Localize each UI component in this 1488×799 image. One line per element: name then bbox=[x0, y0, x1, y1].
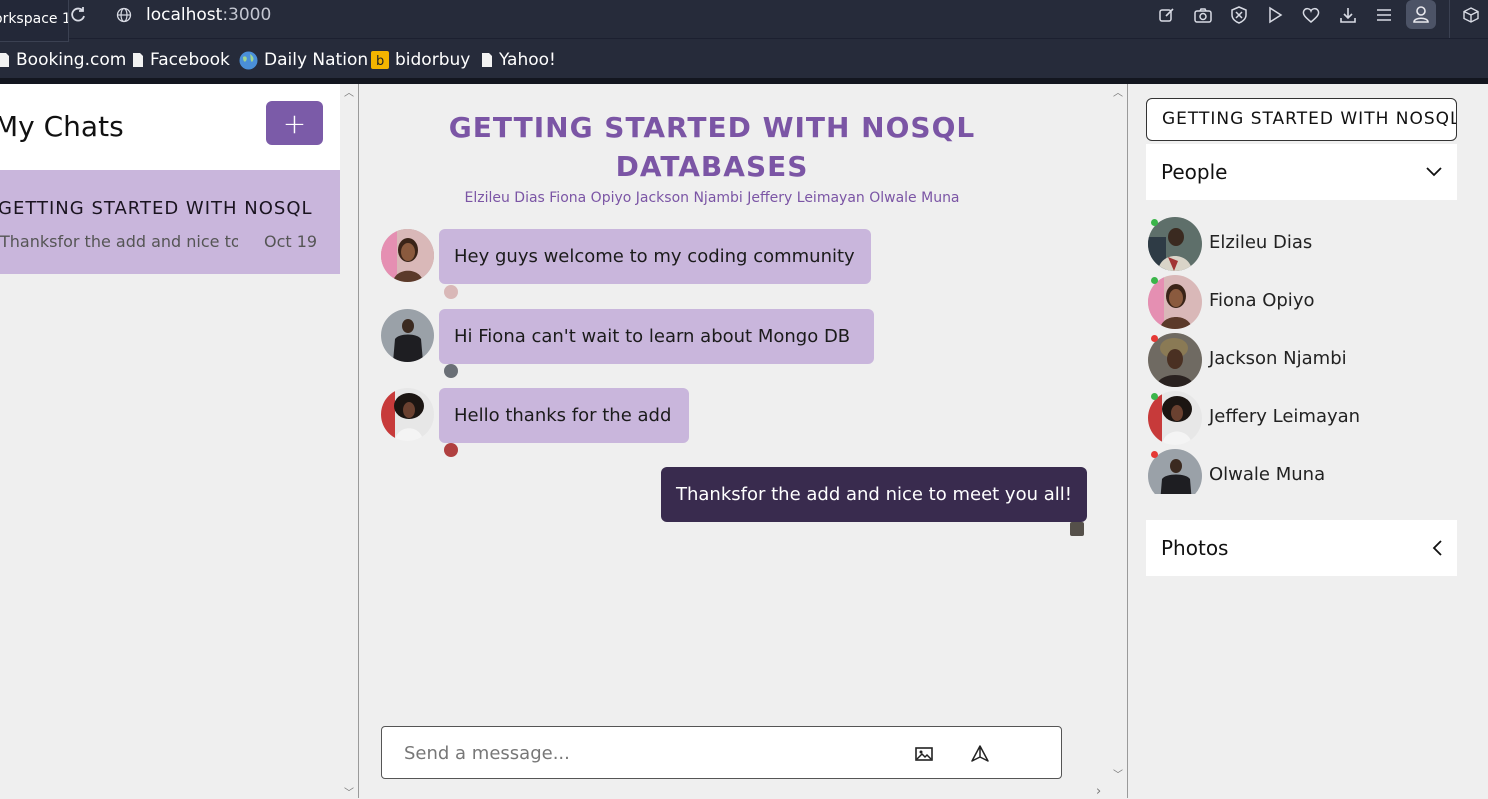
message-input[interactable] bbox=[404, 739, 864, 767]
photos-label: Photos bbox=[1161, 536, 1229, 560]
workspace-tab[interactable]: orkspace 1 bbox=[0, 0, 69, 42]
own-message-bubble: Thanksfor the add and nice to meet you a… bbox=[661, 467, 1087, 522]
chevron-left-icon bbox=[1431, 520, 1443, 576]
scroll-up-arrow[interactable]: ︿ bbox=[1113, 84, 1123, 99]
send-icon[interactable] bbox=[970, 744, 990, 764]
chat-details-panel: GETTING STARTED WITH NOSQL DATABASES Peo… bbox=[1128, 84, 1488, 798]
scroll-up-arrow[interactable]: ︿ bbox=[344, 84, 354, 99]
edit-icon[interactable] bbox=[1154, 2, 1180, 28]
bookmark-label: Booking.com bbox=[16, 50, 127, 70]
person-item[interactable]: Olwale Muna bbox=[1148, 449, 1448, 494]
user-icon bbox=[1413, 6, 1429, 23]
play-icon[interactable] bbox=[1262, 2, 1288, 28]
bookmark-label: Yahoo! bbox=[499, 50, 556, 70]
online-status-dot bbox=[1151, 219, 1158, 226]
person-item[interactable]: Jeffery Leimayan bbox=[1148, 391, 1448, 445]
svg-text:b: b bbox=[376, 54, 384, 69]
person-name: Jeffery Leimayan bbox=[1209, 406, 1361, 427]
camera-icon[interactable] bbox=[1190, 2, 1216, 28]
chat-title: GETTING STARTED WITH NOSQL DATABASES bbox=[448, 111, 976, 183]
message-bubble: Hello thanks for the add bbox=[439, 388, 689, 443]
chat-window: GETTING STARTED WITH NOSQL DATABASES Elz… bbox=[359, 84, 1127, 798]
chat-members: Elzileu Dias Fiona Opiyo Jackson Njambi … bbox=[464, 190, 960, 206]
scroll-down-arrow[interactable]: ﹀ bbox=[344, 784, 354, 799]
people-accordion[interactable]: People bbox=[1146, 144, 1457, 200]
reload-icon[interactable] bbox=[68, 4, 88, 26]
url-host: localhost bbox=[146, 5, 223, 25]
page-icon bbox=[0, 53, 9, 67]
read-receipt-avatar bbox=[444, 364, 458, 378]
chat-item-preview: Thanksfor the add and nice to meet you a… bbox=[0, 232, 238, 251]
offline-status-dot bbox=[1151, 451, 1158, 458]
bookmark-facebook[interactable]: Facebook bbox=[132, 50, 230, 70]
bookmark-booking[interactable]: Booking.com bbox=[0, 50, 126, 70]
online-status-dot bbox=[1151, 393, 1158, 400]
person-item[interactable]: Elzileu Dias bbox=[1148, 217, 1448, 271]
profile-button[interactable] bbox=[1406, 0, 1436, 29]
read-receipt-avatar bbox=[444, 443, 458, 457]
page-icon bbox=[482, 53, 492, 67]
avatar[interactable] bbox=[381, 309, 434, 362]
bookmark-daily-nation[interactable]: Daily Nation bbox=[239, 50, 368, 70]
chevron-down-icon bbox=[1425, 144, 1443, 200]
chat-name-field[interactable]: GETTING STARTED WITH NOSQL DATABASES bbox=[1146, 98, 1457, 141]
read-receipt-avatar bbox=[444, 285, 458, 299]
person-name: Jackson Njambi bbox=[1209, 348, 1347, 369]
bookmark-label: Daily Nation bbox=[264, 50, 369, 70]
page-icon bbox=[133, 53, 143, 67]
scroll-down-arrow[interactable]: ﹀ bbox=[1113, 766, 1123, 781]
bookmark-yahoo[interactable]: Yahoo! bbox=[481, 50, 556, 70]
my-chats-title: My Chats bbox=[0, 110, 124, 143]
person-item[interactable]: Fiona Opiyo bbox=[1148, 275, 1448, 329]
person-name: Elzileu Dias bbox=[1209, 232, 1313, 253]
bookmark-label: Facebook bbox=[150, 50, 230, 70]
image-icon[interactable] bbox=[914, 744, 934, 764]
globe-icon bbox=[239, 51, 258, 69]
workspace-tab-label: orkspace 1 bbox=[0, 11, 68, 27]
heart-icon[interactable] bbox=[1298, 2, 1324, 28]
new-group-chat-button[interactable]: + bbox=[266, 101, 323, 145]
address-bar[interactable]: localhost:3000 bbox=[146, 4, 271, 26]
browser-toolbar: orkspace 1 localhost:3000 bbox=[0, 0, 1488, 42]
my-chats-panel: My Chats + GETTING STARTED WITH NOSQL DA… bbox=[0, 84, 340, 798]
online-status-dot bbox=[1151, 277, 1158, 284]
message-input-box bbox=[381, 726, 1062, 779]
person-name: Olwale Muna bbox=[1209, 464, 1326, 485]
offline-status-dot bbox=[1151, 335, 1158, 342]
message-bubble: Hey guys welcome to my coding community bbox=[439, 229, 871, 284]
chat-item-title: GETTING STARTED WITH NOSQL DATABASES bbox=[0, 198, 318, 219]
globe-icon[interactable] bbox=[114, 5, 134, 25]
toolbar-divider bbox=[1449, 0, 1450, 38]
shield-block-icon[interactable] bbox=[1226, 2, 1252, 28]
read-receipt-avatar bbox=[1070, 522, 1084, 536]
chat-list-item[interactable]: GETTING STARTED WITH NOSQL DATABASES Tha… bbox=[0, 170, 340, 274]
message-bubble: Hi Fiona can't wait to learn about Mongo… bbox=[439, 309, 874, 364]
bookmarks-bar: Booking.com Facebook Daily Nation b bido… bbox=[0, 38, 1488, 78]
avatar[interactable] bbox=[381, 388, 434, 441]
url-port: :3000 bbox=[222, 5, 272, 25]
chat-item-date: Oct 19 bbox=[264, 232, 318, 251]
menu-icon[interactable] bbox=[1371, 2, 1397, 28]
people-label: People bbox=[1161, 160, 1228, 184]
scroll-right-arrow[interactable]: › bbox=[1096, 784, 1101, 799]
bidorbuy-icon: b bbox=[371, 51, 389, 69]
download-icon[interactable] bbox=[1335, 2, 1361, 28]
person-name: Fiona Opiyo bbox=[1209, 290, 1315, 311]
avatar[interactable] bbox=[381, 229, 434, 282]
bookmark-label: bidorbuy bbox=[395, 50, 471, 70]
photos-accordion[interactable]: Photos bbox=[1146, 520, 1457, 576]
person-item[interactable]: Jackson Njambi bbox=[1148, 333, 1448, 387]
bookmark-bidorbuy[interactable]: b bidorbuy bbox=[371, 50, 470, 70]
cube-icon[interactable] bbox=[1458, 2, 1484, 28]
my-chats-header: My Chats + bbox=[0, 84, 340, 170]
